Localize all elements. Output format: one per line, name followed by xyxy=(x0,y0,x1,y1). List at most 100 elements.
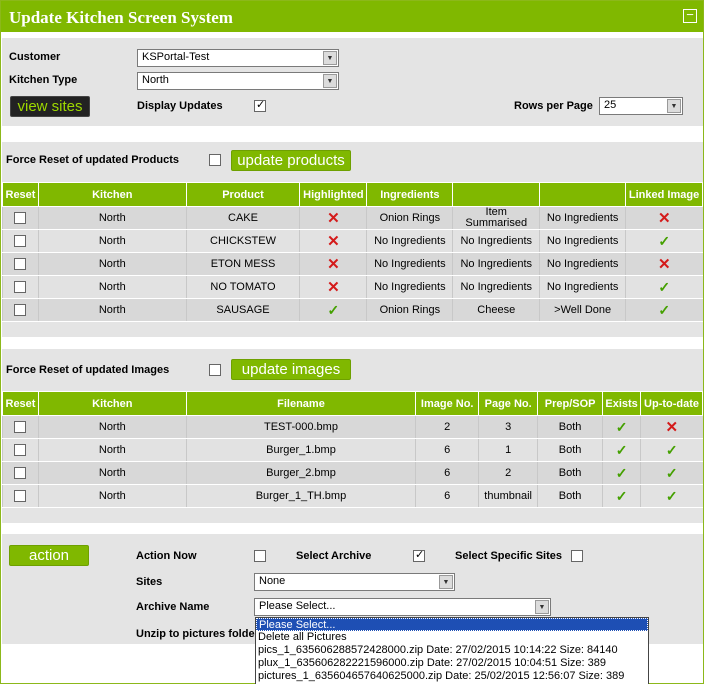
action-button[interactable]: action xyxy=(9,545,89,566)
chevron-down-icon: ▼ xyxy=(667,99,681,113)
filename-cell: Burger_1_TH.bmp xyxy=(185,484,416,508)
products-header-row: Reset Kitchen Product Highlighted Ingred… xyxy=(2,182,703,207)
images-header-row: Reset Kitchen Filename Image No. Page No… xyxy=(2,391,703,416)
cross-icon: ✕ xyxy=(327,210,340,227)
check-icon: ✓ xyxy=(665,487,678,504)
archive-option[interactable]: Please Select... xyxy=(256,618,648,631)
reset-checkbox[interactable] xyxy=(14,490,27,503)
prep-sop-cell: Both xyxy=(537,438,603,462)
kitchen-cell: North xyxy=(37,461,187,485)
column-header: Reset xyxy=(2,182,39,207)
reset-checkbox[interactable] xyxy=(14,281,27,294)
column-header: Page No. xyxy=(478,391,539,416)
exists-cell: ✓ xyxy=(602,484,641,508)
kitchen-cell: North xyxy=(37,275,187,299)
linked-image-cell: ✕ xyxy=(625,252,703,276)
page-no-cell: thumbnail xyxy=(478,484,538,508)
product-cell: CAKE xyxy=(185,206,300,230)
reset-cell xyxy=(2,229,39,253)
column-header: Ingredients xyxy=(366,182,454,207)
check-icon: ✓ xyxy=(327,301,340,318)
cross-icon: ✕ xyxy=(665,419,679,436)
reset-checkbox[interactable] xyxy=(14,421,27,434)
archive-option[interactable]: pics_1_635606288572428000.zip Date: 27/0… xyxy=(256,644,648,657)
ingredient-cell: No Ingredients xyxy=(452,252,540,276)
rows-per-page-select[interactable]: 25 ▼ xyxy=(599,97,683,115)
check-icon: ✓ xyxy=(658,278,671,295)
force-reset-images-checkbox[interactable] xyxy=(209,364,221,376)
customer-select[interactable]: KSPortal-Test ▼ xyxy=(137,49,339,67)
select-archive-checkbox[interactable] xyxy=(413,548,425,562)
reset-cell xyxy=(2,206,39,230)
filename-cell: Burger_1.bmp xyxy=(185,438,416,462)
cross-icon: ✕ xyxy=(327,279,340,296)
table-row: North CHICKSTEW ✕ No Ingredients No Ingredie… xyxy=(2,229,703,253)
highlighted-cell: ✓ xyxy=(299,298,367,322)
sites-label: Sites xyxy=(136,576,163,588)
minimize-icon[interactable]: − xyxy=(683,8,697,23)
ingredient-cell: Cheese xyxy=(452,298,540,322)
action-now-checkbox[interactable] xyxy=(254,550,266,562)
unzip-label: Unzip to pictures folde xyxy=(136,628,255,640)
highlighted-cell: ✕ xyxy=(299,229,367,253)
column-header: Exists xyxy=(602,391,642,416)
update-products-button[interactable]: update products xyxy=(231,150,351,171)
update-images-button[interactable]: update images xyxy=(231,359,351,380)
kitchen-cell: North xyxy=(37,298,187,322)
archive-name-select[interactable]: Please Select... ▼ xyxy=(254,598,551,616)
ingredient-cell: No Ingredients xyxy=(539,275,626,299)
prep-sop-cell: Both xyxy=(537,484,603,508)
force-reset-products-checkbox[interactable] xyxy=(209,154,221,166)
select-archive-label: Select Archive xyxy=(296,550,372,562)
reset-cell xyxy=(2,275,39,299)
reset-checkbox[interactable] xyxy=(14,235,27,248)
check-icon: ✓ xyxy=(658,301,671,318)
reset-checkbox[interactable] xyxy=(14,304,27,317)
reset-checkbox[interactable] xyxy=(14,444,27,457)
highlighted-cell: ✕ xyxy=(299,206,367,230)
sites-select[interactable]: None ▼ xyxy=(254,573,455,591)
action-now-label: Action Now xyxy=(136,550,197,562)
table-row: North SAUSAGE ✓ Onion Rings Cheese >Well Done… xyxy=(2,298,703,322)
reset-checkbox[interactable] xyxy=(14,258,27,271)
cross-icon: ✕ xyxy=(658,256,671,273)
archive-option[interactable]: pictures_1_635604657640625000.zip Date: … xyxy=(256,670,648,683)
ingredient-cell: No Ingredients xyxy=(452,229,540,253)
kitchen-cell: North xyxy=(37,484,187,508)
reset-checkbox[interactable] xyxy=(14,212,27,225)
archive-option[interactable]: Delete all Pictures xyxy=(256,631,648,644)
column-header: Kitchen xyxy=(37,391,187,416)
ingredient-cell: No Ingredients xyxy=(539,229,626,253)
reset-cell xyxy=(2,298,39,322)
title-bar: Update Kitchen Screen System − xyxy=(1,1,703,32)
check-icon: ✓ xyxy=(665,441,678,458)
column-header xyxy=(539,182,627,207)
table-row: North Burger_2.bmp 6 2 Both ✓ ✓ xyxy=(2,461,703,485)
reset-cell xyxy=(2,415,39,439)
display-updates-checkbox[interactable] xyxy=(254,98,266,112)
select-specific-sites-checkbox[interactable] xyxy=(571,550,583,562)
archive-name-value: Please Select... xyxy=(259,600,336,612)
exists-cell: ✓ xyxy=(602,438,641,462)
chevron-down-icon: ▼ xyxy=(535,600,549,614)
chevron-down-icon: ▼ xyxy=(439,575,453,589)
ingredient-cell: No Ingredients xyxy=(366,275,453,299)
kitchen-cell: North xyxy=(37,229,187,253)
product-cell: NO TOMATO xyxy=(185,275,300,299)
archive-option[interactable]: plux_1_635606282221596000.zip Date: 27/0… xyxy=(256,657,648,670)
force-reset-images-label: Force Reset of updated Images xyxy=(6,364,170,376)
kitchen-type-value: North xyxy=(142,74,169,86)
cross-icon: ✕ xyxy=(327,233,340,250)
reset-cell xyxy=(2,461,39,485)
linked-image-cell: ✓ xyxy=(625,229,703,253)
reset-checkbox[interactable] xyxy=(14,467,27,480)
products-table: Reset Kitchen Product Highlighted Ingred… xyxy=(2,182,703,322)
up-to-date-cell: ✓ xyxy=(640,438,703,462)
reset-cell xyxy=(2,484,39,508)
image-no-cell: 6 xyxy=(415,484,479,508)
view-sites-button[interactable]: view sites xyxy=(10,96,90,117)
kitchen-cell: North xyxy=(37,438,187,462)
ingredient-cell: No Ingredients xyxy=(366,252,453,276)
select-specific-sites-label: Select Specific Sites xyxy=(455,550,562,562)
kitchen-type-select[interactable]: North ▼ xyxy=(137,72,339,90)
